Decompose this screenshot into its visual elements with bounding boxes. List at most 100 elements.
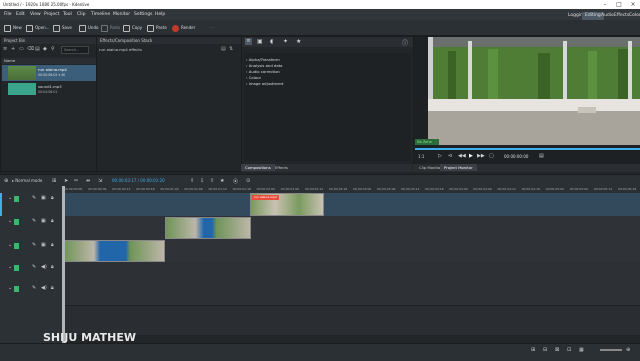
timeline-clip[interactable]: run alaina.mp4 (250, 193, 324, 216)
bin-clip-row[interactable]: run alaina.mp4 00:00:06:02 ▾ 4K (2, 65, 96, 81)
paste-button[interactable]: Paste (147, 23, 167, 32)
info-icon[interactable]: ⓘ (402, 38, 408, 47)
effect-category[interactable]: › Audio correction (246, 69, 280, 74)
hide-track-icon[interactable]: ▣ (41, 195, 46, 201)
timeline-lane-a2[interactable] (62, 283, 640, 306)
play-pause-icon[interactable]: ▶ (469, 153, 473, 159)
track-header-v3[interactable]: ⌄ ✎ ▣ 🔒︎ (0, 193, 62, 217)
timeline-lane-v3[interactable] (62, 193, 640, 217)
new-button[interactable]: New (4, 23, 22, 32)
delete-icon[interactable]: ⌫ (27, 46, 34, 52)
workspace-color[interactable]: Color (626, 12, 640, 20)
tab-compositions[interactable]: Compositions (241, 164, 275, 171)
razor-tool-icon[interactable]: ✂ (74, 178, 78, 184)
video-thumb-icon[interactable]: ⊠ (555, 347, 559, 353)
save-button[interactable]: Save (53, 23, 72, 32)
timeline-lane-a1[interactable] (62, 262, 640, 284)
snap-icon[interactable]: ⦿ (233, 178, 238, 185)
mute-icon[interactable]: ◀) (41, 264, 47, 270)
lock-icon[interactable]: 🔒︎ (51, 242, 54, 248)
track-tag[interactable] (14, 196, 19, 202)
save-effect-icon[interactable]: ▤ (221, 46, 226, 52)
effect-icon[interactable]: ✎ (32, 264, 36, 270)
tab-effects[interactable]: Effects (271, 164, 292, 171)
menu-edit[interactable]: Edit (16, 12, 25, 17)
effect-icon[interactable]: ✎ (32, 285, 36, 291)
preview-icon[interactable]: ⊙ (246, 178, 250, 184)
edit-mode-select[interactable]: ▸ Normal mode (12, 178, 42, 183)
track-tag[interactable] (14, 265, 19, 271)
snap-toggle-icon[interactable]: ▦ (579, 347, 584, 353)
play-icon[interactable]: ▷ (438, 153, 442, 159)
zoom-select[interactable]: 1:1 (418, 154, 424, 159)
target-icon[interactable]: ⊞ (52, 178, 56, 184)
expand-icon[interactable]: ⌄ (8, 218, 12, 224)
lift-icon[interactable]: ⇧ (210, 178, 214, 184)
hide-track-icon[interactable]: ▣ (41, 218, 46, 224)
track-header-v1[interactable]: ⌄ ✎ ▣ 🔒︎ (0, 240, 62, 263)
track-tag[interactable] (14, 243, 19, 249)
folder-icon[interactable]: ▭ (19, 46, 24, 52)
zoom-slider[interactable] (600, 349, 622, 351)
insert-icon[interactable]: ⇲ (98, 178, 102, 184)
extract-icon[interactable]: ⇪ (190, 178, 194, 184)
menu-help[interactable]: Help (155, 12, 165, 17)
minimize-icon[interactable]: – (598, 0, 612, 9)
close-icon[interactable]: × (626, 0, 640, 9)
menu-icon[interactable]: ≡ (3, 46, 7, 52)
rewind-icon[interactable]: ◀◀ (458, 153, 466, 159)
add-clip-icon[interactable]: + (11, 46, 15, 52)
track-header-a1[interactable]: ⌄ ✎ ◀) 🔒︎ (0, 262, 62, 284)
track-tag[interactable] (14, 286, 19, 292)
view-icon[interactable]: ▤ (35, 46, 40, 52)
undo-button[interactable]: Undo (79, 23, 98, 32)
lock-icon[interactable]: 🔒︎ (51, 218, 54, 224)
monitor-menu-icon[interactable]: ▤ (539, 153, 544, 159)
forward-icon[interactable]: ▶▶ (477, 153, 485, 159)
tag-icon[interactable]: ◆ (43, 46, 47, 52)
tab-project-monitor[interactable]: Project Monitor (440, 164, 477, 171)
lock-icon[interactable]: 🔒︎ (51, 264, 54, 270)
render-button[interactable]: Render (172, 23, 195, 32)
zoom-in-icon[interactable]: ⊕ (626, 347, 630, 353)
custom-effects-icon[interactable]: ✦ (283, 38, 288, 45)
copy-button[interactable]: Copy (123, 23, 142, 32)
markers-icon[interactable]: ⊡ (567, 347, 571, 353)
list-view-icon[interactable]: ≡ (245, 38, 252, 45)
effect-icon[interactable]: ✎ (32, 195, 36, 201)
lock-icon[interactable]: 🔒︎ (51, 285, 54, 291)
collapse-icon[interactable]: ⇅ (229, 46, 233, 52)
monitor-timecode[interactable]: 00:00:00:00 (504, 154, 528, 159)
expand-icon[interactable]: ⌄ (8, 195, 12, 201)
menu-project[interactable]: Project (44, 12, 59, 17)
redo-button[interactable]: Redo (101, 23, 120, 32)
mute-icon[interactable]: ◀) (41, 285, 47, 291)
track-header-v2[interactable]: ⌄ ✎ ▣ 🔒︎ (0, 216, 62, 241)
overwrite-icon[interactable]: ⇩ (200, 178, 204, 184)
open-button[interactable]: Open... (26, 23, 50, 32)
effect-category[interactable]: › Alpha/Transform (246, 57, 280, 62)
spacer-tool-icon[interactable]: ⇼ (86, 178, 90, 184)
effect-category[interactable]: › Analysis and data (246, 63, 283, 68)
menu-monitor[interactable]: Monitor (113, 12, 130, 17)
track-header-a2[interactable]: ⌄ ✎ ◀) 🔒︎ (0, 283, 62, 306)
expand-icon[interactable]: ⌄ (8, 264, 12, 270)
expand-icon[interactable]: ⌄ (8, 285, 12, 291)
bin-search-input[interactable]: Search... (61, 46, 89, 54)
maximize-icon[interactable]: □ (612, 0, 626, 9)
more-icon[interactable]: ⋯ (210, 23, 214, 32)
timeline-lane-v2[interactable] (62, 216, 640, 241)
effect-icon[interactable]: ✎ (32, 218, 36, 224)
menu-view[interactable]: View (30, 12, 41, 17)
audio-effects-icon[interactable]: ◖ (270, 38, 273, 45)
monitor-position-bar[interactable] (415, 148, 640, 150)
timeline-clip[interactable] (63, 240, 165, 262)
timeline-ruler[interactable]: 00:00:00:00 00:00:00:06 00:00:00:12 00:00:0… (62, 186, 640, 193)
bin-clip-row[interactable]: sound1.mp3 00:04:08:01 (2, 82, 96, 96)
track-tag[interactable] (14, 219, 19, 225)
timeline-timecode[interactable]: 00:00:03:17 / 00:00:01:20 (112, 178, 165, 183)
favorite-icon[interactable]: ★ (220, 178, 224, 184)
effect-icon[interactable]: ✎ (32, 242, 36, 248)
effect-category[interactable]: › Colour (246, 75, 261, 80)
audio-thumb-icon[interactable]: ⊟ (543, 347, 547, 353)
